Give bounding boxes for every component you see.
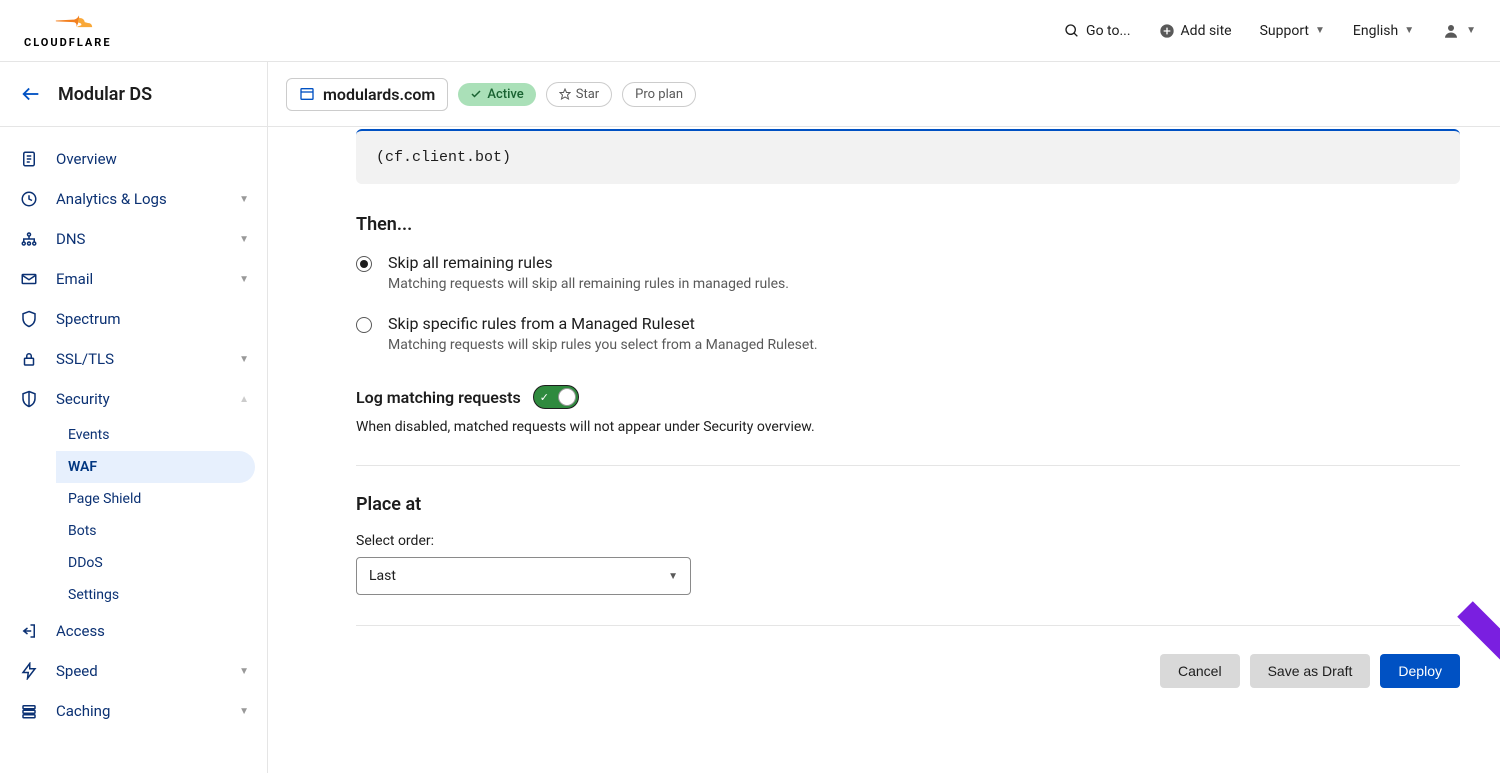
sidebar-item-label: Email	[56, 270, 239, 288]
save-draft-button[interactable]: Save as Draft	[1250, 654, 1371, 688]
radio-description: Matching requests will skip rules you se…	[388, 337, 1460, 353]
main-content: (cf.client.bot) Then... Skip all remaini…	[268, 127, 1500, 773]
sidebar-item-speed[interactable]: Speed ▼	[0, 651, 267, 691]
sidebar-item-dns[interactable]: DNS ▼	[0, 219, 267, 259]
sidebar-sub-events[interactable]: Events	[56, 419, 255, 451]
lock-icon	[18, 350, 40, 368]
sidebar-sub-bots[interactable]: Bots	[56, 515, 255, 547]
expression-box: (cf.client.bot)	[356, 129, 1460, 184]
star-button[interactable]: Star	[546, 82, 612, 107]
chevron-down-icon: ▼	[239, 706, 249, 717]
account-name: Modular DS	[58, 84, 152, 105]
chevron-down-icon: ▼	[239, 666, 249, 677]
star-icon	[559, 88, 571, 100]
sub-header: Modular DS modulards.com Active Star Pro…	[0, 62, 1500, 127]
sidebar-item-email[interactable]: Email ▼	[0, 259, 267, 299]
order-label: Select order:	[356, 533, 1460, 549]
sidebar-item-label: Overview	[56, 150, 249, 168]
chevron-down-icon: ▼	[1404, 25, 1414, 36]
radio-input[interactable]	[356, 317, 372, 333]
radio-title: Skip all remaining rules	[388, 253, 1460, 272]
top-header: CLOUDFLARE Go to... Add site Support ▼ E…	[0, 0, 1500, 62]
toggle-knob	[558, 388, 576, 406]
chevron-down-icon: ▼	[668, 571, 678, 582]
status-badge: Active	[458, 83, 535, 106]
sidebar-item-overview[interactable]: Overview	[0, 139, 267, 179]
domain-selector[interactable]: modulards.com	[286, 78, 448, 111]
user-menu[interactable]: ▼	[1442, 22, 1476, 40]
chevron-down-icon: ▼	[239, 194, 249, 205]
shield-icon	[18, 310, 40, 328]
sidebar-item-label: Analytics & Logs	[56, 190, 239, 208]
sidebar-item-label: Speed	[56, 662, 239, 680]
deploy-button[interactable]: Deploy	[1380, 654, 1460, 688]
chevron-down-icon: ▼	[239, 274, 249, 285]
sidebar-item-access[interactable]: Access	[0, 611, 267, 651]
sidebar-item-label: SSL/TLS	[56, 350, 239, 368]
sidebar-sub-settings[interactable]: Settings	[56, 579, 255, 611]
language-menu[interactable]: English ▼	[1353, 23, 1414, 39]
add-site-label: Add site	[1181, 23, 1232, 39]
radio-input[interactable]	[356, 256, 372, 272]
chevron-up-icon: ▲	[239, 394, 249, 405]
goto-label: Go to...	[1086, 23, 1131, 39]
plus-circle-icon	[1159, 23, 1175, 39]
sidebar-item-analytics[interactable]: Analytics & Logs ▼	[0, 179, 267, 219]
then-heading: Then...	[356, 214, 1460, 235]
layers-icon	[18, 702, 40, 720]
mail-icon	[18, 270, 40, 288]
chevron-down-icon: ▼	[239, 354, 249, 365]
sidebar-sub-waf[interactable]: WAF	[56, 451, 255, 483]
chevron-down-icon: ▼	[1315, 25, 1325, 36]
sidebar-sub-ddos[interactable]: DDoS	[56, 547, 255, 579]
sidebar-item-label: Spectrum	[56, 310, 249, 328]
radio-skip-specific[interactable]: Skip specific rules from a Managed Rules…	[356, 314, 1460, 371]
sidebar-item-label: Access	[56, 622, 249, 640]
domain-name: modulards.com	[323, 85, 435, 104]
exit-icon	[18, 622, 40, 640]
browser-icon	[299, 86, 315, 102]
search-icon	[1064, 23, 1080, 39]
check-icon	[470, 88, 482, 100]
sidebar-item-caching[interactable]: Caching ▼	[0, 691, 267, 731]
sidebar-item-ssl[interactable]: SSL/TLS ▼	[0, 339, 267, 379]
user-icon	[1442, 22, 1460, 40]
sidebar-sub-pageshield[interactable]: Page Shield	[56, 483, 255, 515]
chevron-down-icon: ▼	[239, 234, 249, 245]
log-toggle[interactable]: ✓	[533, 385, 579, 409]
sidebar-item-spectrum[interactable]: Spectrum	[0, 299, 267, 339]
sidebar: Overview Analytics & Logs ▼ DNS ▼ Email …	[0, 127, 268, 773]
radio-title: Skip specific rules from a Managed Rules…	[388, 314, 1460, 333]
chevron-down-icon: ▼	[1466, 25, 1476, 36]
network-icon	[18, 230, 40, 248]
cloudflare-logo[interactable]: CLOUDFLARE	[24, 12, 112, 49]
radio-description: Matching requests will skip all remainin…	[388, 276, 1460, 292]
add-site-button[interactable]: Add site	[1159, 23, 1232, 39]
radio-skip-all[interactable]: Skip all remaining rules Matching reques…	[356, 253, 1460, 310]
support-label: Support	[1260, 23, 1309, 39]
back-arrow-icon[interactable]	[20, 83, 42, 105]
cancel-button[interactable]: Cancel	[1160, 654, 1240, 688]
log-toggle-label: Log matching requests	[356, 388, 521, 407]
sidebar-item-label: DNS	[56, 230, 239, 248]
cloud-icon	[43, 12, 93, 34]
log-toggle-description: When disabled, matched requests will not…	[356, 419, 1460, 435]
document-icon	[18, 150, 40, 168]
sidebar-item-label: Caching	[56, 702, 239, 720]
place-heading: Place at	[356, 494, 1460, 515]
sidebar-item-security[interactable]: Security ▲	[0, 379, 267, 419]
support-menu[interactable]: Support ▼	[1260, 23, 1325, 39]
order-select[interactable]: Last ▼	[356, 557, 691, 595]
language-label: English	[1353, 23, 1398, 39]
goto-search[interactable]: Go to...	[1064, 23, 1131, 39]
plan-badge: Pro plan	[622, 82, 696, 107]
check-icon: ✓	[540, 391, 549, 404]
sidebar-item-label: Security	[56, 390, 239, 408]
clock-icon	[18, 190, 40, 208]
header-actions: Go to... Add site Support ▼ English ▼ ▼	[1064, 22, 1476, 40]
select-value: Last	[369, 568, 396, 584]
lightning-icon	[18, 662, 40, 680]
security-shield-icon	[18, 390, 40, 408]
